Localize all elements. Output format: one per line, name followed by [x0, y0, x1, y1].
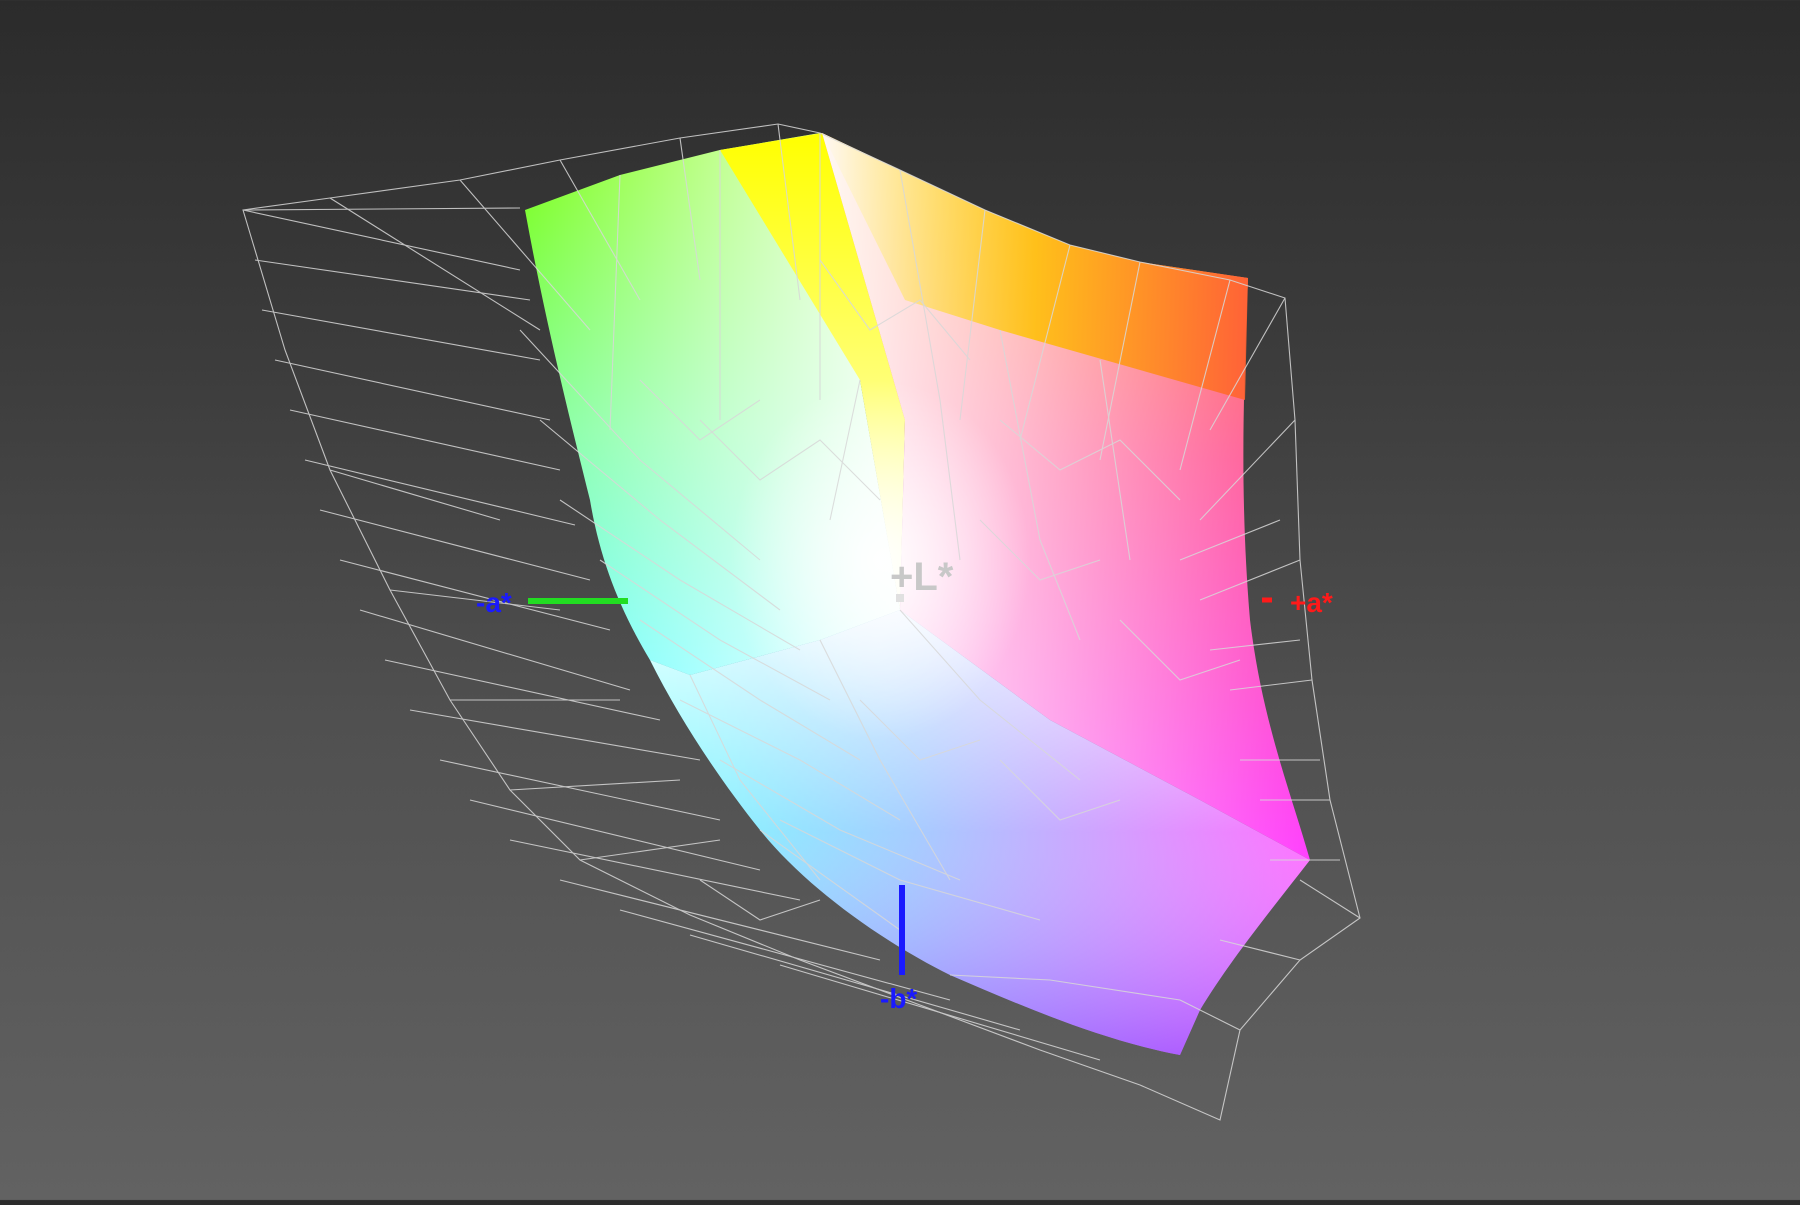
gamut-3d-view: +L* -a* +a* -b* — [242, 123, 1361, 1121]
plus-a-axis-label: +a* — [1290, 587, 1333, 618]
gamut-viewport[interactable]: +L* -a* +a* -b* — [0, 0, 1800, 1200]
plus-l-axis-label: +L* — [890, 555, 954, 599]
minus-a-axis-label: -a* — [476, 587, 512, 618]
minus-b-axis-label: -b* — [880, 983, 917, 1014]
